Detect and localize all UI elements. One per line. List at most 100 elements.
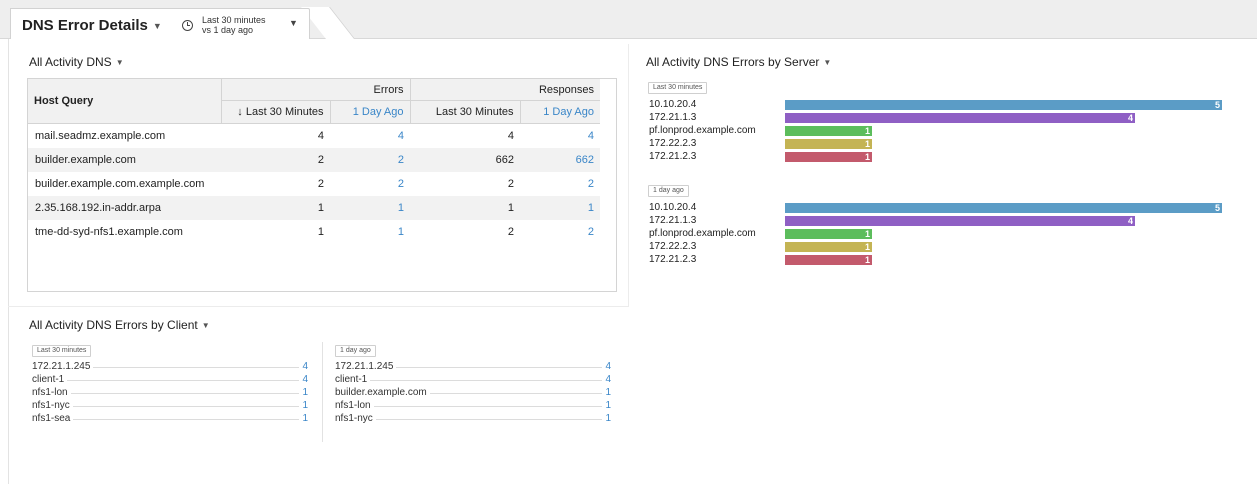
- table-row[interactable]: builder.example.com.example.com 2 2 2 2: [28, 172, 600, 196]
- activity-table-title-text: All Activity DNS: [29, 55, 112, 69]
- bar-value-label: 1: [864, 229, 870, 239]
- responses-last30-cell: 4: [507, 130, 514, 142]
- time-range-tag: 1 day ago: [335, 345, 376, 357]
- responses-last30-cell: 1: [410, 196, 520, 220]
- client-row[interactable]: client-1 4: [335, 374, 611, 387]
- client-error-count[interactable]: 4: [299, 361, 308, 372]
- dashboard-title-dropdown[interactable]: DNS Error Details ▼: [22, 17, 162, 34]
- client-row[interactable]: nfs1-nyc 1: [32, 400, 308, 413]
- dashboard-title: DNS Error Details: [22, 17, 148, 34]
- time-range-primary[interactable]: Last 30 minutes: [202, 15, 266, 25]
- host-query-cell[interactable]: 2.35.168.192.in-addr.arpa: [28, 196, 221, 220]
- server-error-bar[interactable]: 4: [785, 216, 1135, 226]
- errors-last30-cell: 1: [221, 196, 330, 220]
- column-header-responses-last30[interactable]: Last 30 Minutes: [409, 100, 520, 124]
- responses-1day-cell: 4: [587, 130, 594, 142]
- server-error-bar[interactable]: 1: [785, 242, 872, 252]
- server-error-bar[interactable]: 1: [785, 139, 872, 149]
- bar-value-label: 5: [1214, 100, 1220, 110]
- time-range-tag: Last 30 minutes: [32, 345, 92, 357]
- caret-down-icon: ▼: [152, 21, 162, 32]
- server-error-bar[interactable]: 4: [785, 113, 1135, 123]
- client-error-count[interactable]: 1: [602, 413, 611, 424]
- client-errors-title[interactable]: All Activity DNS Errors by Client ▼: [29, 318, 210, 332]
- client-errors-title-text: All Activity DNS Errors by Client: [29, 318, 198, 332]
- errors-1day-cell: 2: [330, 148, 410, 172]
- client-error-count[interactable]: 4: [299, 374, 308, 385]
- client-error-count[interactable]: 4: [602, 374, 611, 385]
- server-error-bar[interactable]: 1: [785, 152, 872, 162]
- client-error-count[interactable]: 1: [602, 387, 611, 398]
- client-row[interactable]: 172.21.1.245 4: [335, 361, 611, 374]
- server-label: 10.10.20.4: [649, 99, 697, 110]
- client-error-count[interactable]: 1: [299, 387, 308, 398]
- column-header-host[interactable]: Host Query: [28, 79, 221, 124]
- host-query-cell[interactable]: builder.example.com.example.com: [28, 172, 221, 196]
- server-error-bar[interactable]: 5: [785, 100, 1222, 110]
- client-error-count[interactable]: 1: [299, 400, 308, 411]
- client-name: nfs1-lon: [335, 400, 374, 411]
- server-error-bar[interactable]: 1: [785, 126, 872, 136]
- clock-icon[interactable]: [182, 20, 193, 31]
- server-label: pf.lonprod.example.com: [649, 228, 756, 239]
- client-name: 172.21.1.245: [32, 361, 94, 372]
- client-row[interactable]: nfs1-nyc 1: [335, 413, 611, 426]
- table-row[interactable]: tme-dd-syd-nfs1.example.com 1 1 2 2: [28, 220, 600, 244]
- client-error-count[interactable]: 1: [299, 413, 308, 424]
- client-name: nfs1-nyc: [335, 413, 376, 424]
- host-query-cell[interactable]: builder.example.com: [28, 148, 221, 172]
- client-row[interactable]: client-1 4: [32, 374, 308, 387]
- responses-1day-cell: 2: [587, 178, 594, 190]
- bar-value-label: 1: [864, 255, 870, 265]
- column-header-responses-1day[interactable]: 1 Day Ago: [519, 100, 600, 124]
- column-header-errors-1day[interactable]: 1 Day Ago: [329, 100, 410, 124]
- client-name: nfs1-sea: [32, 413, 74, 424]
- panel-divider: [8, 306, 629, 307]
- server-error-bar[interactable]: 5: [785, 203, 1222, 213]
- responses-last30-cell: 2: [507, 178, 514, 190]
- server-label: 172.21.2.3: [649, 151, 697, 162]
- server-error-bar[interactable]: 1: [785, 229, 872, 239]
- activity-table-frame: Host Query Errors Responses ↓ Last 30 Mi…: [27, 78, 617, 292]
- client-row[interactable]: nfs1-lon 1: [335, 400, 611, 413]
- errors-last30-cell: 4: [317, 130, 324, 142]
- errors-last30-cell: 2: [317, 178, 324, 190]
- host-query-cell[interactable]: tme-dd-syd-nfs1.example.com: [28, 220, 221, 244]
- errors-1day-cell: 1: [330, 196, 410, 220]
- errors-1day-cell: 1: [397, 226, 404, 238]
- column-group-responses: Responses: [409, 79, 600, 101]
- table-row[interactable]: mail.seadmz.example.com 4 4 4 4: [28, 124, 600, 149]
- client-name: 172.21.1.245: [335, 361, 397, 372]
- bar-value-label: 1: [864, 242, 870, 252]
- client-row[interactable]: builder.example.com 1: [335, 387, 611, 400]
- server-label: 172.22.2.3: [649, 241, 697, 252]
- time-range-compare[interactable]: vs 1 day ago: [202, 25, 253, 35]
- table-row[interactable]: 2.35.168.192.in-addr.arpa 1 1 1 1: [28, 196, 600, 220]
- client-row[interactable]: nfs1-lon 1: [32, 387, 308, 400]
- table-row[interactable]: builder.example.com 2 2 662 662: [28, 148, 600, 172]
- time-range-tag: Last 30 minutes: [648, 82, 708, 94]
- activity-table: Host Query Errors Responses ↓ Last 30 Mi…: [28, 79, 600, 244]
- client-name: builder.example.com: [335, 387, 430, 398]
- client-error-count[interactable]: 1: [602, 400, 611, 411]
- client-row[interactable]: nfs1-sea 1: [32, 413, 308, 426]
- caret-down-icon: ▼: [823, 58, 832, 68]
- time-range-caret-icon[interactable]: ▼: [289, 18, 298, 28]
- server-errors-title[interactable]: All Activity DNS Errors by Server ▼: [646, 55, 831, 69]
- activity-table-title[interactable]: All Activity DNS ▼: [29, 55, 124, 69]
- leader-line: [32, 393, 306, 394]
- panel-divider: [628, 44, 629, 306]
- client-row[interactable]: 172.21.1.245 4: [32, 361, 308, 374]
- errors-1day-cell: 4: [397, 130, 404, 142]
- client-error-count[interactable]: 4: [602, 361, 611, 372]
- server-label: 172.21.1.3: [649, 215, 697, 226]
- column-header-errors-last30[interactable]: ↓ Last 30 Minutes: [220, 100, 330, 124]
- responses-1day-cell: 2: [587, 226, 594, 238]
- column-divider: [322, 342, 323, 442]
- server-label: 172.21.2.3: [649, 254, 697, 265]
- server-label: 172.21.1.3: [649, 112, 697, 123]
- leader-line: [335, 380, 609, 381]
- server-error-bar[interactable]: 1: [785, 255, 872, 265]
- host-query-cell[interactable]: mail.seadmz.example.com: [28, 124, 221, 149]
- server-label: 10.10.20.4: [649, 202, 697, 213]
